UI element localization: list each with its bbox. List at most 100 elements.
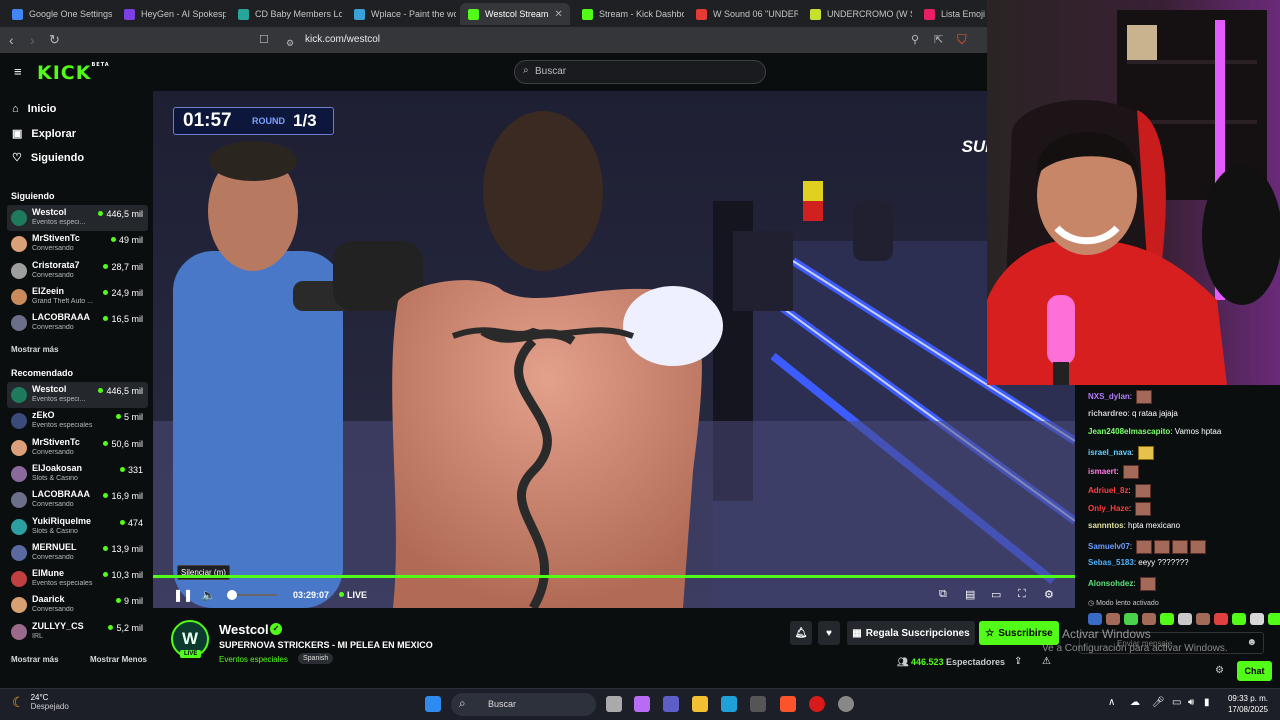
chat-username[interactable]: Jean2408elmascapito <box>1088 427 1170 436</box>
clip-icon[interactable]: ▤ <box>965 588 975 601</box>
reload-icon[interactable]: ↻ <box>49 32 60 48</box>
share-icon[interactable]: ⇪ <box>1014 656 1022 667</box>
emote-icon[interactable] <box>1196 613 1210 625</box>
kick-logo[interactable]: KICKBETA <box>37 62 110 84</box>
sidebar-channel[interactable]: Westcol Eventos especi... 446,5 mil <box>7 205 148 231</box>
sidebar-channel[interactable]: ZULLYY_CS IRL 5,2 mil <box>7 619 148 645</box>
emote-icon[interactable] <box>1142 613 1156 625</box>
recommended-show-more[interactable]: Mostrar más <box>11 655 59 664</box>
language-tag[interactable]: Spanish <box>298 653 334 664</box>
taskbar-search[interactable]: ⌕ Buscar <box>451 693 596 716</box>
sidebar-channel[interactable]: LACOBRAAA Conversando 16,9 mil <box>7 487 148 513</box>
chat-username[interactable]: sannntos <box>1088 521 1124 530</box>
browser-tab[interactable]: Stream - Kick Dashboa <box>574 3 684 25</box>
file-explorer-icon[interactable] <box>692 696 708 712</box>
url-field[interactable]: kick.com/westcol <box>305 34 380 45</box>
emote-icon[interactable] <box>1214 613 1228 625</box>
zoom-icon[interactable]: ⚲ <box>911 32 919 48</box>
browser-tab[interactable]: Westcol Stream ✕ <box>460 3 570 25</box>
volume-icon[interactable]: 🔈 <box>201 588 216 602</box>
sidebar-channel[interactable]: ElMune Eventos especiales 10,3 mil <box>7 566 148 592</box>
share-icon[interactable]: ⇱ <box>934 32 943 48</box>
chat-send-button[interactable]: Chat <box>1237 661 1272 681</box>
browser-tab[interactable]: W Sound 06 "UNDERC <box>688 3 798 25</box>
stream-category[interactable]: Eventos especiales <box>219 655 288 664</box>
emote-icon[interactable] <box>1160 613 1174 625</box>
brave-shield-icon[interactable]: ⛉ <box>957 32 967 48</box>
sidebar-channel[interactable]: ElJoakosan Slots & Casino 331 <box>7 461 148 487</box>
nav-following[interactable]: ♡ Siguiendo <box>12 151 84 165</box>
network-icon[interactable]: ☁ <box>1130 697 1140 708</box>
volume-slider[interactable] <box>227 590 277 600</box>
sidebar-channel[interactable]: LACOBRAAA Conversando 16,5 mil <box>7 310 148 336</box>
display-icon[interactable]: ▭ <box>1172 697 1181 708</box>
nav-home[interactable]: ⌂ Inicio <box>12 103 56 115</box>
emote-icon[interactable] <box>1088 613 1102 625</box>
brave-icon[interactable] <box>780 696 796 712</box>
site-info-icon[interactable]: ⚙ <box>286 35 294 51</box>
chat-username[interactable]: ismaert <box>1088 467 1116 476</box>
nav-explore[interactable]: ▣ Explorar <box>12 127 76 141</box>
app-icon[interactable] <box>838 696 854 712</box>
system-tray-chevron-icon[interactable]: ∧ <box>1108 697 1115 708</box>
battery-icon[interactable]: ▮ <box>1204 697 1210 708</box>
taskbar-clock[interactable]: 09:33 p. m. 17/08/2025 <box>1228 693 1268 715</box>
gift-subs-button[interactable]: ▦ Regala Suscripciones <box>847 621 975 645</box>
follow-button[interactable]: ♥ <box>818 621 840 645</box>
forward-icon[interactable]: › <box>30 32 35 48</box>
sidebar-channel[interactable]: Daarick Conversando 9 mil <box>7 592 148 618</box>
bookmark-icon[interactable]: ☐ <box>259 32 269 48</box>
theater-mode-icon[interactable]: ▭ <box>991 588 1001 601</box>
emoji-icon[interactable]: ☻ <box>1246 637 1257 648</box>
chat-username[interactable]: israel_nava <box>1088 448 1132 457</box>
sidebar-channel[interactable]: MrStivenTc Conversando 49 mil <box>7 231 148 257</box>
windows-start-icon[interactable] <box>425 696 441 712</box>
browser-tab[interactable]: HeyGen - AI Spokespe <box>116 3 226 25</box>
chat-username[interactable]: NXS_dylan <box>1088 392 1130 401</box>
chat-username[interactable]: Alonsohdez <box>1088 579 1133 588</box>
task-view-icon[interactable] <box>606 696 622 712</box>
fullscreen-icon[interactable]: ⛶ <box>1018 588 1026 601</box>
hamburger-menu-icon[interactable]: ≡ <box>14 64 22 79</box>
emote-icon[interactable] <box>1250 613 1264 625</box>
store-icon[interactable] <box>750 696 766 712</box>
notification-bell-button[interactable]: 🔔︎ <box>790 621 812 645</box>
recommended-show-less[interactable]: Mostrar Menos <box>90 655 147 664</box>
emote-icon[interactable] <box>1106 613 1120 625</box>
sidebar-channel[interactable]: MrStivenTc Conversando 50,6 mil <box>7 435 148 461</box>
pip-icon[interactable]: ⧉ <box>939 588 947 601</box>
chat-username[interactable]: Samuelv07 <box>1088 542 1130 551</box>
streamer-name[interactable]: Westcol <box>219 622 269 637</box>
settings-gear-icon[interactable]: ⚙ <box>1044 588 1054 601</box>
teams-icon[interactable] <box>663 696 679 712</box>
sidebar-channel[interactable]: YukiRiquelme Slots & Casino 474 <box>7 514 148 540</box>
browser-tab[interactable]: UNDERCROMO (W SO <box>802 3 912 25</box>
sidebar-channel[interactable]: zEkO Eventos especiales 5 mil <box>7 408 148 434</box>
sidebar-channel[interactable]: ElZeein Grand Theft Auto ... 24,9 mil <box>7 284 148 310</box>
edge-icon[interactable] <box>721 696 737 712</box>
browser-tab[interactable]: Google One Settings <box>4 3 112 25</box>
search-input[interactable]: ⌕ Buscar <box>514 60 766 84</box>
chat-settings-icon[interactable]: ⚙ <box>1215 665 1224 676</box>
emote-icon[interactable] <box>1178 613 1192 625</box>
weather-widget[interactable]: ☾ 24°C Despejado <box>12 693 69 711</box>
opera-icon[interactable] <box>809 696 825 712</box>
copilot-icon[interactable] <box>634 696 650 712</box>
emote-icon[interactable] <box>1124 613 1138 625</box>
browser-tab[interactable]: Wplace - Paint the wo <box>346 3 456 25</box>
report-icon[interactable]: ⚠ <box>1042 656 1051 667</box>
sidebar-channel[interactable]: MERNUEL Conversando 13,9 mil <box>7 540 148 566</box>
sidebar-channel[interactable]: Cristorata7 Conversando 28,7 mil <box>7 258 148 284</box>
chat-username[interactable]: Adriuel_8z <box>1088 486 1128 495</box>
back-icon[interactable]: ‹ <box>9 32 14 48</box>
chat-username[interactable]: richardreo <box>1088 409 1128 418</box>
close-tab-icon[interactable]: ✕ <box>554 9 562 20</box>
pause-icon[interactable]: ❚❚ <box>173 588 193 602</box>
chat-username[interactable]: Sebas_5183 <box>1088 558 1134 567</box>
progress-bar[interactable] <box>153 575 1075 578</box>
subscribe-button[interactable]: ☆ Suscribirse <box>979 621 1059 645</box>
volume-slider-handle[interactable] <box>227 590 237 600</box>
video-player[interactable]: 01:57 ROUND 1/3 EN V SUPERNOVA supernov <box>153 91 1075 608</box>
speaker-icon[interactable]: 🔊︎ <box>1188 697 1194 708</box>
browser-tab[interactable]: CD Baby Members Log <box>230 3 342 25</box>
